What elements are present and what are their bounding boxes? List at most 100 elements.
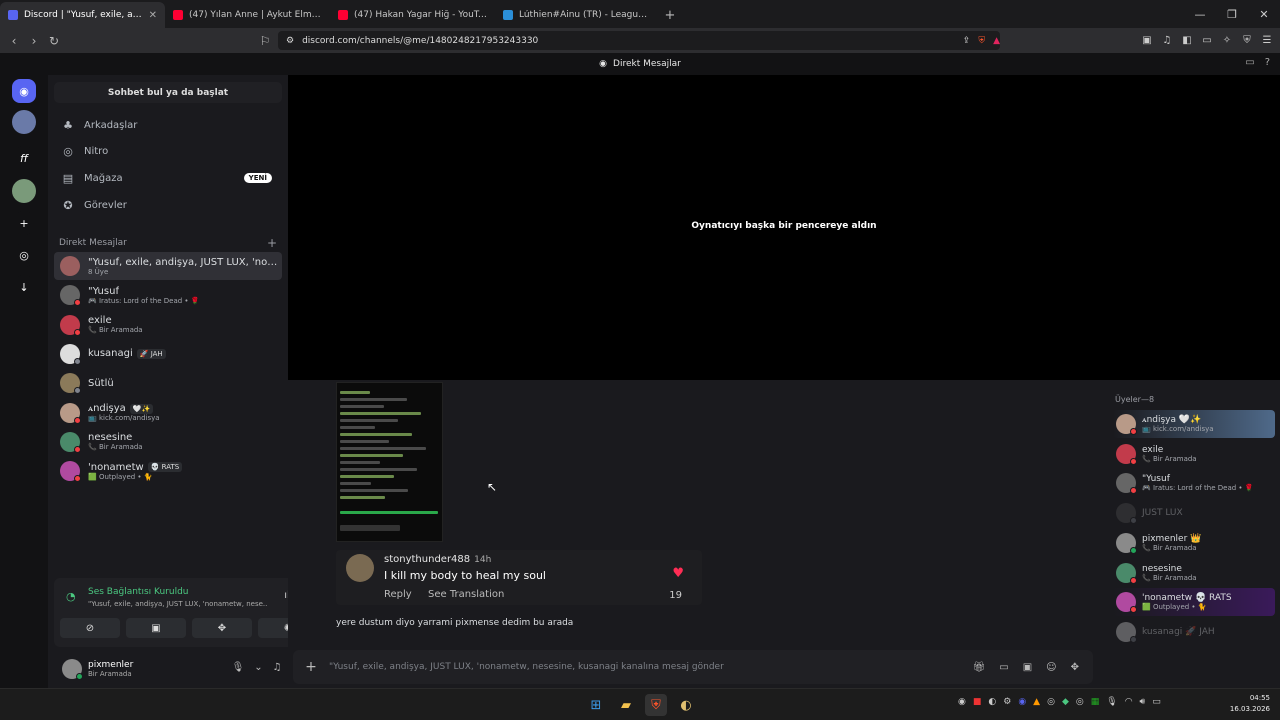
wifi-icon[interactable]: ◠ — [1125, 697, 1133, 707]
video-player[interactable]: Oynatıcıyı başka bir pencereye aldın — [288, 75, 1280, 380]
back-icon[interactable]: ‹ — [4, 34, 24, 48]
nav-item-nitro[interactable]: ◎ Nitro — [54, 140, 282, 164]
start-icon[interactable]: ⊞ — [585, 694, 607, 716]
avatar — [60, 461, 81, 483]
server-icon[interactable] — [12, 179, 36, 203]
bookmark-icon[interactable]: ⚐ — [255, 34, 275, 48]
clock[interactable]: 04:55 16.03.2026 — [1230, 693, 1270, 715]
member-item[interactable]: 'nonametw 💀 RATS 🟩 Outplayed • 🐈 — [1113, 588, 1275, 617]
vpn-icon[interactable]: ⛨ — [1240, 31, 1254, 50]
discover-icon[interactable]: ◎ — [12, 243, 36, 267]
tray-icon[interactable]: ◉ — [1018, 697, 1026, 707]
member-item[interactable]: exile 📞 Bir Aramada — [1113, 440, 1275, 468]
url-text[interactable]: discord.com/channels/@me/148024821795324… — [302, 36, 955, 46]
voice-status[interactable]: Ses Bağlantısı Kuruldu — [88, 587, 188, 597]
member-item[interactable]: nesesine 📞 Bir Aramada — [1113, 559, 1275, 587]
site-info-icon[interactable]: ⚙ — [286, 36, 294, 46]
status-indicator — [1130, 487, 1137, 495]
battery-icon[interactable]: ▭ — [1152, 697, 1161, 707]
member-item[interactable]: JUST LUX — [1113, 499, 1275, 527]
chat-line — [340, 440, 389, 443]
tray-icon[interactable]: ◎ — [1047, 697, 1055, 707]
member-item[interactable]: "Yusuf 🎮 Iratus: Lord of the Dead • 🌹 — [1113, 469, 1275, 497]
share-icon[interactable]: ⇪ — [963, 36, 971, 46]
reload-icon[interactable]: ↻ — [44, 34, 64, 48]
brave-shield-icon[interactable]: ⛨ — [978, 36, 985, 46]
volume-icon[interactable]: 🔊︎ — [1140, 697, 1146, 707]
brave-icon[interactable]: ⛨ — [645, 694, 667, 716]
file-explorer-icon[interactable]: ▰ — [615, 694, 637, 716]
dm-item[interactable]: nesesine 📞 Bir Aramada — [54, 428, 282, 456]
screenshot-icon[interactable]: ▣ — [1140, 31, 1154, 50]
home-button[interactable]: ◉ — [12, 79, 36, 103]
leo-icon[interactable]: ✧ — [1220, 31, 1234, 50]
mic-icon[interactable]: 🎙︎ — [232, 662, 245, 673]
app-icon[interactable]: ◐ — [675, 694, 697, 716]
menu-icon[interactable]: ☰ — [1260, 31, 1274, 50]
browser-tab[interactable]: (47) Yılan Anne | Aykut Elmas Vine Sh — [165, 2, 330, 28]
camera-off-icon[interactable]: ⊘ — [60, 618, 120, 638]
add-server-icon[interactable]: + — [12, 211, 36, 235]
wallet-icon[interactable]: ▭ — [1200, 31, 1214, 50]
tray-icon[interactable]: ▦ — [1091, 697, 1100, 707]
address-bar[interactable]: ⚙ discord.com/channels/@me/1480248217953… — [278, 31, 1000, 50]
tray-icon[interactable]: ◉ — [958, 697, 966, 707]
new-tab-button[interactable]: + — [660, 2, 680, 28]
system-tray: ◉ ■ ◐ ⚙ ◉ ▲ ◎ ◆ ◎ ▦ 🎙︎ ◠ 🔊︎ ▭ — [958, 697, 1161, 707]
tray-icon[interactable]: ◎ — [1076, 697, 1084, 707]
download-icon[interactable]: ↓ — [12, 275, 36, 299]
sticker-icon[interactable]: ▣ — [1023, 662, 1032, 673]
brave-rewards-icon[interactable]: ▲ — [993, 36, 1000, 46]
member-item[interactable]: kusanagi 🚀 JAH — [1113, 618, 1275, 646]
dm-item[interactable]: exile 📞 Bir Aramada — [54, 311, 282, 339]
tray-icon[interactable]: ◐ — [988, 697, 996, 707]
help-icon[interactable]: ? — [1265, 57, 1270, 68]
minimize-icon[interactable]: — — [1184, 0, 1216, 28]
find-conversation-button[interactable]: Sohbet bul ya da başlat — [54, 82, 282, 103]
sidebar-icon[interactable]: ◧ — [1180, 31, 1194, 50]
emoji-icon[interactable]: ☺ — [1046, 662, 1056, 673]
close-tab-icon[interactable]: ✕ — [149, 10, 157, 21]
quests-icon: ✪ — [63, 198, 73, 212]
tray-icon[interactable]: ◆ — [1062, 697, 1069, 707]
member-item[interactable]: pixmenler 👑 📞 Bir Aramada — [1113, 529, 1275, 557]
tray-icon[interactable]: ■ — [973, 697, 982, 707]
screen-share-icon[interactable]: ▣ — [126, 618, 186, 638]
nav-item-friends[interactable]: ♣ Arkadaşlar — [54, 113, 282, 137]
dm-item[interactable]: "Yusuf 🎮 Iratus: Lord of the Dead • 🌹 — [54, 281, 282, 309]
inbox-icon[interactable]: ▭ — [1245, 57, 1254, 68]
message-input[interactable] — [329, 662, 973, 672]
server-icon[interactable]: ff — [12, 146, 36, 170]
chevron-down-icon[interactable]: ⌄ — [254, 662, 262, 673]
nav-item-quests[interactable]: ✪ Görevler — [54, 193, 282, 217]
nav-item-shop[interactable]: ▤ Mağaza YENİ — [54, 166, 282, 190]
member-item[interactable]: ꭺndişya 🤍✨ 📺 kick.com/andisya — [1113, 410, 1275, 438]
close-window-icon[interactable]: ✕ — [1248, 0, 1280, 28]
headphones-icon[interactable]: ♫ — [273, 662, 282, 673]
attach-icon[interactable]: + — [293, 659, 329, 675]
gift-icon[interactable]: 🎁︎ — [973, 662, 986, 673]
create-dm-icon[interactable]: + — [267, 236, 277, 250]
tray-icon[interactable]: ⚙ — [1003, 697, 1011, 707]
mic-icon[interactable]: 🎙︎ — [1106, 697, 1117, 707]
member-subtitle: 📞 Bir Aramada — [1142, 454, 1197, 463]
restore-icon[interactable]: ❐ — [1216, 0, 1248, 28]
attachment-image[interactable] — [336, 382, 443, 542]
activities-icon[interactable]: ✥ — [192, 618, 252, 638]
dm-item[interactable]: Sütlü — [54, 369, 282, 397]
forward-icon[interactable]: › — [24, 34, 44, 48]
server-icon[interactable] — [12, 110, 36, 134]
dm-item[interactable]: 'nonametw 💀 RATS 🟩 Outplayed • 🐈 — [54, 457, 282, 485]
member-name: kusanagi 🚀 JAH — [1142, 626, 1215, 637]
browser-tab[interactable]: Discord | "Yusuf, exile, andişy ✕ — [0, 2, 165, 28]
dm-item[interactable]: ꭺndişya 🤍✨ 📺 kick.com/andisya — [54, 399, 282, 427]
browser-tab[interactable]: Lúthien#Ainu (TR) - LeagueOfGraphs — [495, 2, 660, 28]
apps-icon[interactable]: ✥ — [1071, 662, 1079, 673]
media-icon[interactable]: ♫ — [1160, 31, 1174, 50]
dm-item[interactable]: kusanagi 🚀 JAH — [54, 340, 282, 368]
browser-tab[interactable]: (47) Hakan Yagar Hiğ - YouTube — [330, 2, 495, 28]
dm-item[interactable]: "Yusuf, exile, andişya, JUST LUX, 'nona.… — [54, 252, 282, 280]
avatar[interactable] — [62, 659, 83, 680]
gif-icon[interactable]: ▭ — [999, 662, 1008, 673]
tray-icon[interactable]: ▲ — [1033, 697, 1040, 707]
